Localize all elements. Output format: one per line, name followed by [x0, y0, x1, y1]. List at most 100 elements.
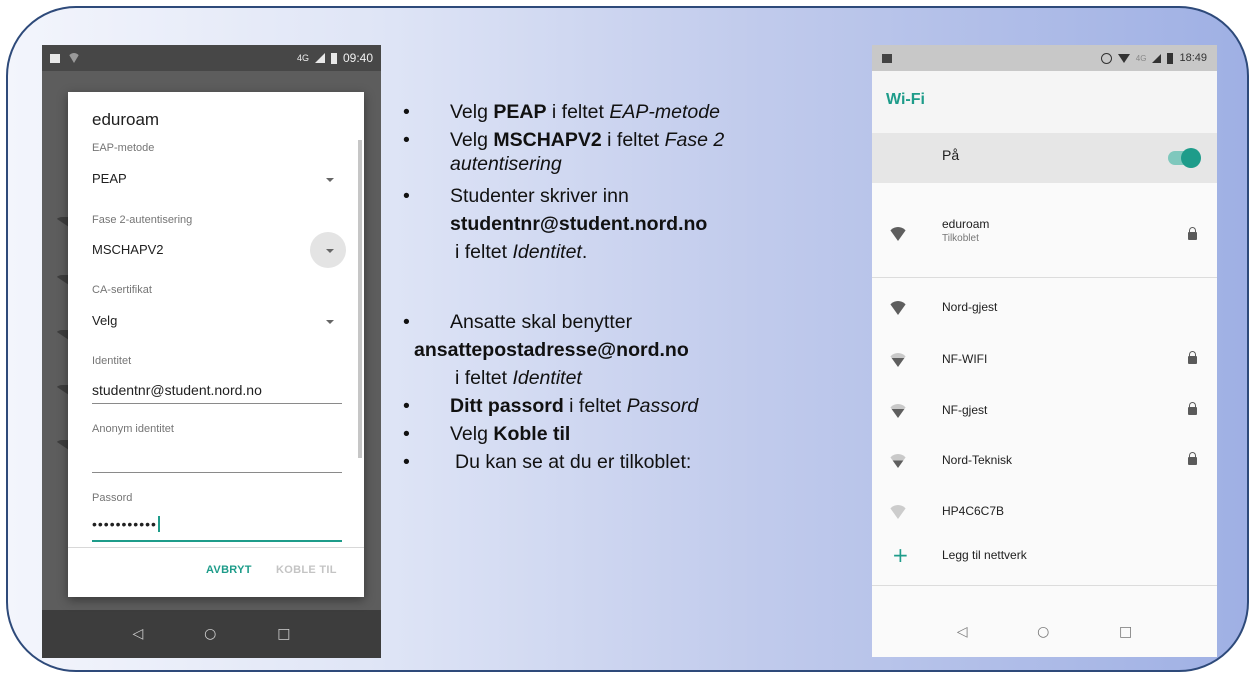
- eap-method-select[interactable]: PEAP: [92, 171, 127, 186]
- wifi-strength-icon: [888, 505, 908, 519]
- lock-icon: [1188, 402, 1197, 415]
- phase2-select[interactable]: MSCHAPV2: [92, 242, 164, 257]
- network-item-nf-gjest[interactable]: NF-gjest: [872, 386, 1217, 436]
- text: Velg: [450, 129, 494, 151]
- bold-text: Ditt passord: [450, 395, 564, 417]
- navigation-bar: ◁ ○ □: [872, 607, 1217, 657]
- chevron-down-icon[interactable]: [326, 249, 334, 253]
- bullet: •: [403, 395, 410, 417]
- slide-frame: 4G 09:40 Wi-Fi-innstillinger ◁ ○ □ eduro…: [6, 6, 1249, 672]
- dialog-title: eduroam: [92, 110, 160, 129]
- text: i feltet: [455, 241, 513, 263]
- home-icon[interactable]: ○: [204, 626, 216, 642]
- wifi-strength-icon: [888, 454, 908, 468]
- wifi-signal-icon: [1117, 53, 1130, 63]
- add-network-button[interactable]: Legg til nettverk: [942, 548, 1027, 562]
- recents-icon[interactable]: □: [1119, 624, 1132, 640]
- alarm-icon: [1100, 52, 1112, 64]
- network-item-nord-gjest[interactable]: Nord-gjest: [872, 283, 1217, 333]
- text: i feltet: [455, 367, 513, 389]
- text: Ansatte skal benytter: [450, 311, 633, 333]
- network-item-nf-wifi[interactable]: NF-WIFI: [872, 335, 1217, 385]
- dialog-scrollbar[interactable]: [358, 140, 362, 458]
- connect-button[interactable]: KOBLE TIL: [276, 564, 337, 576]
- wifi-toggle-switch[interactable]: [1168, 148, 1201, 168]
- back-icon[interactable]: ◁: [132, 626, 143, 642]
- network-name: Nord-Teknisk: [942, 453, 1013, 467]
- password-dots: •••••••••••: [92, 516, 157, 532]
- battery-icon: [330, 52, 337, 64]
- list-divider: [872, 277, 1217, 278]
- status-bar: 4G 09:40: [42, 45, 381, 71]
- bold-text: Koble til: [493, 423, 571, 445]
- phase2-label: Fase 2-autentisering: [92, 214, 193, 226]
- notification-icon: [50, 53, 60, 63]
- lock-icon: [1188, 351, 1197, 364]
- network-name: eduroam: [942, 217, 990, 231]
- wifi-strength-icon: [888, 404, 908, 418]
- status-time: 09:40: [342, 51, 373, 65]
- back-icon[interactable]: ◁: [957, 624, 968, 640]
- right-phone-screenshot: 4G 18:49 Wi-Fi På eduroam Tilkoblet Nord…: [872, 45, 1217, 657]
- text: i feltet: [601, 129, 665, 151]
- chevron-down-icon[interactable]: [326, 320, 334, 324]
- recents-icon[interactable]: □: [277, 626, 290, 642]
- instruction-phase2-cont: autentisering: [450, 152, 562, 176]
- text-cursor: [157, 516, 160, 532]
- italic-text: Fase 2: [664, 129, 725, 151]
- network-item-hp4c6c7b[interactable]: HP4C6C7B: [872, 487, 1217, 537]
- lock-icon: [1188, 227, 1197, 240]
- toggle-knob: [1181, 148, 1201, 168]
- wifi-strength-icon: [888, 353, 908, 367]
- bullet: •: [403, 185, 410, 207]
- dialog-divider: [68, 547, 364, 548]
- password-input[interactable]: •••••••••••: [92, 516, 160, 532]
- anonymous-identity-label: Anonym identitet: [92, 423, 174, 435]
- network-type: 4G: [296, 53, 309, 63]
- text: Velg: [450, 101, 494, 123]
- notification-icon: [882, 53, 892, 63]
- page-title: Wi-Fi: [886, 91, 925, 108]
- cancel-button[interactable]: AVBRYT: [206, 564, 252, 576]
- italic-text: Identitet: [512, 241, 582, 263]
- chevron-down-icon[interactable]: [326, 178, 334, 182]
- italic-text: Passord: [626, 395, 699, 417]
- text: i feltet: [563, 395, 627, 417]
- italic-text: Identitet: [512, 367, 582, 389]
- bold-text: MSCHAPV2: [493, 129, 602, 151]
- navigation-bar: ◁ ○ □: [42, 610, 381, 658]
- network-name: HP4C6C7B: [942, 504, 1005, 518]
- text: Velg: [450, 423, 494, 445]
- student-identity-field: i feltet Identitet.: [455, 240, 587, 264]
- wifi-toggle-label: På: [942, 147, 960, 163]
- cell-signal-icon: [1152, 53, 1162, 63]
- wifi-toggle-row[interactable]: På: [872, 133, 1217, 183]
- employee-identity-field: i feltet Identitet: [455, 366, 582, 390]
- text: .: [581, 241, 588, 263]
- network-item-nord-teknisk[interactable]: Nord-Teknisk: [872, 436, 1217, 486]
- italic-text: EAP-metode: [609, 101, 720, 123]
- ca-certificate-select[interactable]: Velg: [92, 313, 117, 328]
- status-time: 18:49: [1179, 52, 1207, 64]
- identity-input[interactable]: studentnr@student.nord.no: [92, 382, 262, 398]
- employee-identity-example: ansattepostadresse@nord.no: [414, 338, 689, 362]
- italic-text: autentisering: [450, 153, 562, 175]
- list-divider: [872, 585, 1217, 586]
- network-item-eduroam[interactable]: eduroam Tilkoblet: [872, 209, 1217, 259]
- bullet: •: [403, 101, 410, 123]
- student-identity-example: studentnr@student.nord.no: [450, 212, 707, 236]
- bullet: •: [403, 311, 410, 333]
- add-icon[interactable]: +: [892, 545, 909, 565]
- wifi-signal-icon: [68, 53, 80, 63]
- password-underline: [92, 540, 342, 542]
- text: Du kan se at du er tilkoblet:: [455, 451, 692, 473]
- home-icon[interactable]: ○: [1037, 624, 1049, 640]
- wifi-header: Wi-Fi: [872, 71, 1217, 133]
- lock-icon: [1188, 452, 1197, 465]
- anonymous-identity-underline: [92, 472, 342, 473]
- bold-text: PEAP: [493, 101, 547, 123]
- network-name: Nord-gjest: [942, 300, 998, 314]
- text: i feltet: [546, 101, 610, 123]
- status-bar: 4G 18:49: [872, 45, 1217, 71]
- eap-method-label: EAP-metode: [92, 142, 155, 154]
